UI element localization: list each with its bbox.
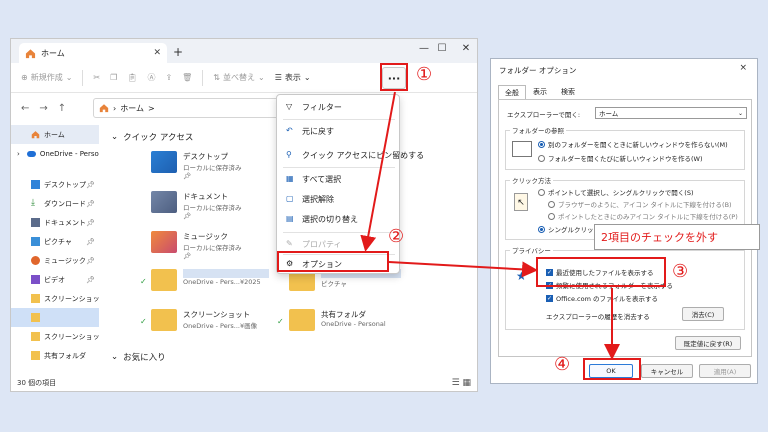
annotation-arrows [360,91,620,360]
arrow-step1-to-step2 [360,91,396,252]
arrow-step2-to-step3 [388,261,538,278]
